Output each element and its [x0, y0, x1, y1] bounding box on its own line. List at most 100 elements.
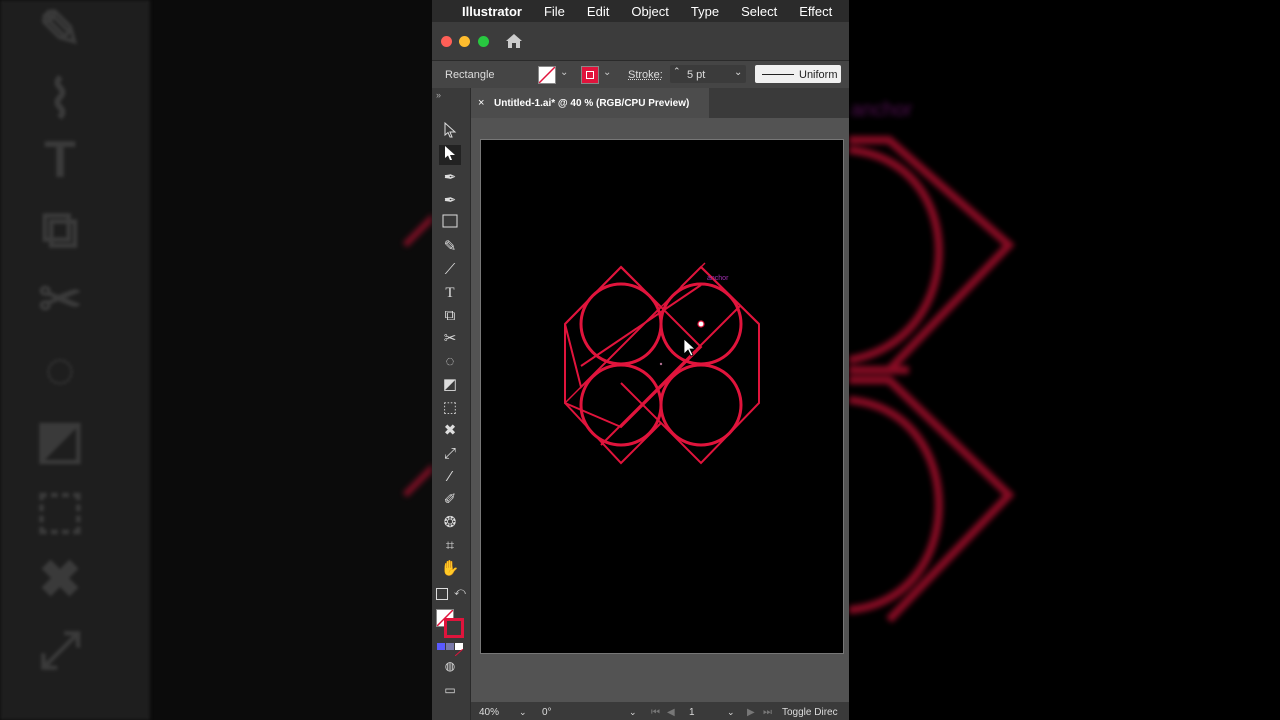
stroke-swatch[interactable] [581, 66, 599, 84]
tools-panel: » ✒ ✒ ✎ ⟋ T ⧉ ✂ ◌ ◩ ⬚ ✖ ⤢ ⁄ ✐ ❂ ⌗ ✋ ⤺ ◍ … [432, 88, 471, 720]
menu-type[interactable]: Type [691, 4, 719, 19]
eyedropper-tool-icon[interactable]: ⁄ [439, 467, 461, 487]
scissors-tool-icon[interactable]: ✂ [439, 329, 461, 349]
menu-object[interactable]: Object [631, 4, 669, 19]
circle-bottom-right [659, 363, 743, 447]
stroke-weight-value: 5 pt [687, 69, 706, 81]
rotation-value[interactable]: 0° [542, 707, 552, 718]
paintbrush-tool-icon[interactable]: ⟋ [439, 260, 461, 280]
scale-tool-icon[interactable]: ⧉ [439, 306, 461, 326]
curvature-tool-icon[interactable]: ✒ [439, 191, 461, 211]
close-tab-icon[interactable]: × [478, 97, 484, 109]
rotation-dropdown-icon[interactable]: ⌄ [629, 707, 637, 718]
illustrator-window: Illustrator File Edit Object Type Select… [432, 0, 849, 720]
bg-artboard-icon: ⬚ [35, 481, 85, 539]
collapse-panel-icon[interactable]: » [436, 90, 441, 100]
swap-colors-icon[interactable]: ⤺ [454, 586, 466, 599]
control-bar: Rectangle ⌄ ⌄ Stroke: ⌃ 5 pt ⌄ Uniform [432, 60, 849, 90]
canvas-area[interactable]: anchor [471, 118, 849, 702]
home-icon[interactable] [504, 31, 524, 51]
background-right-blur: anchor [849, 0, 1280, 720]
circle-bottom-left [579, 363, 663, 447]
close-window-button[interactable] [441, 36, 452, 47]
pencil-tool-icon[interactable]: ✎ [439, 237, 461, 257]
stroke-label[interactable]: Stroke: [628, 69, 663, 81]
bg-lasso-icon: ◌ [44, 341, 76, 399]
pen-tool-icon[interactable]: ✒ [439, 168, 461, 188]
stroke-dropdown-icon[interactable]: ⌄ [603, 67, 611, 78]
minimize-window-button[interactable] [459, 36, 470, 47]
stroke-weight-dropdown-icon[interactable]: ⌄ [734, 67, 742, 78]
top-left-diamond [564, 265, 642, 325]
menu-select[interactable]: Select [741, 4, 777, 19]
direct-selection-tool-icon[interactable] [439, 145, 461, 165]
variable-width-profile[interactable]: Uniform [755, 65, 841, 83]
crop-tool-icon[interactable]: ⌗ [439, 536, 461, 556]
none-fill-icon [538, 66, 556, 84]
next-artboard-icon[interactable]: ▶ [747, 707, 755, 718]
hand-tool-icon[interactable]: ✋ [439, 559, 461, 579]
zoom-level[interactable]: 40% [479, 707, 499, 718]
shape-builder-tool-icon[interactable]: ◩ [439, 375, 461, 395]
menu-bar: Illustrator File Edit Object Type Select… [432, 0, 849, 22]
menu-effect[interactable]: Effect [799, 4, 832, 19]
menu-file[interactable]: File [544, 4, 565, 19]
symbol-sprayer-tool-icon[interactable]: ❂ [439, 513, 461, 533]
center-point [659, 362, 663, 366]
bg-pencil-icon: ✎ [38, 1, 82, 59]
width-tool-icon[interactable]: ⤢ [439, 444, 461, 464]
none-mode-icon[interactable] [454, 643, 464, 657]
screen-mode-icon[interactable]: ▭ [439, 680, 461, 700]
menu-app-name[interactable]: Illustrator [462, 4, 522, 19]
puppet-warp-tool-icon[interactable]: ✖ [439, 421, 461, 441]
menu-edit[interactable]: Edit [587, 4, 609, 19]
stroke-weight-field[interactable]: ⌃ 5 pt ⌄ [670, 65, 746, 83]
shape-group[interactable] [563, 262, 760, 465]
bg-puppet-icon: ✖ [38, 551, 82, 609]
measure-tool-icon[interactable]: ✐ [439, 490, 461, 510]
previous-artboard-icon[interactable]: ◀ [667, 707, 675, 718]
gradient-mode-icon[interactable] [446, 643, 454, 650]
document-tab-title: Untitled-1.ai* @ 40 % (RGB/CPU Preview) [494, 98, 690, 109]
anchor-hint-label: anchor [707, 275, 729, 282]
bg-type-icon: T [44, 131, 76, 189]
bg-scale-icon: ⧉ [41, 201, 79, 259]
default-colors-icon[interactable] [436, 588, 448, 600]
background-shape-left-blur [402, 213, 432, 498]
selected-anchor-point[interactable] [697, 320, 705, 328]
background-shape-right-blur: anchor [849, 99, 1015, 623]
zoom-dropdown-icon[interactable]: ⌄ [519, 707, 527, 718]
bg-shape-builder-icon: ◩ [35, 411, 85, 469]
last-artboard-icon[interactable]: ⏭ [763, 707, 772, 718]
artboard[interactable]: anchor [480, 139, 844, 654]
artwork[interactable]: anchor [481, 140, 843, 653]
artboard-tool-icon[interactable]: ⬚ [439, 398, 461, 418]
selection-type-label: Rectangle [445, 69, 495, 81]
artboard-dropdown-icon[interactable]: ⌄ [727, 707, 735, 718]
diagonal-main [580, 284, 702, 367]
stroke-color-icon[interactable] [444, 618, 464, 638]
fill-swatch[interactable] [538, 66, 556, 84]
color-mode-icon[interactable] [437, 643, 445, 650]
bg-eyedropper-icon: ⤢ [39, 621, 81, 679]
document-tab[interactable]: × Untitled-1.ai* @ 40 % (RGB/CPU Preview… [471, 88, 709, 118]
selection-tool-icon[interactable] [439, 121, 461, 142]
artboard-number[interactable]: 1 [689, 707, 695, 718]
background-toolbar-blur: ✎ ⌇ T ⧉ ✂ ◌ ◩ ⬚ ✖ ⤢ [0, 0, 150, 720]
stroke-weight-stepper-icon[interactable]: ⌃ [673, 66, 681, 77]
window-titlebar [432, 22, 849, 60]
profile-line-icon [762, 74, 794, 75]
document-tab-bar: × Untitled-1.ai* @ 40 % (RGB/CPU Preview… [471, 88, 849, 118]
fill-dropdown-icon[interactable]: ⌄ [560, 67, 568, 78]
diagonal-cross [600, 304, 742, 446]
rectangle-tool-icon[interactable] [439, 214, 461, 234]
current-tool-readout: Toggle Direc [782, 707, 838, 718]
type-tool-icon[interactable]: T [439, 283, 461, 303]
zoom-window-button[interactable] [478, 36, 489, 47]
lasso-tool-icon[interactable]: ◌ [439, 352, 461, 372]
bg-brush-icon: ⌇ [47, 71, 73, 129]
drawing-mode-icon[interactable]: ◍ [439, 656, 461, 676]
first-artboard-icon[interactable]: ⏮ [651, 707, 660, 718]
background-left-blur: ✎ ⌇ T ⧉ ✂ ◌ ◩ ⬚ ✖ ⤢ [0, 0, 432, 720]
stroke-inner-icon [586, 71, 594, 79]
